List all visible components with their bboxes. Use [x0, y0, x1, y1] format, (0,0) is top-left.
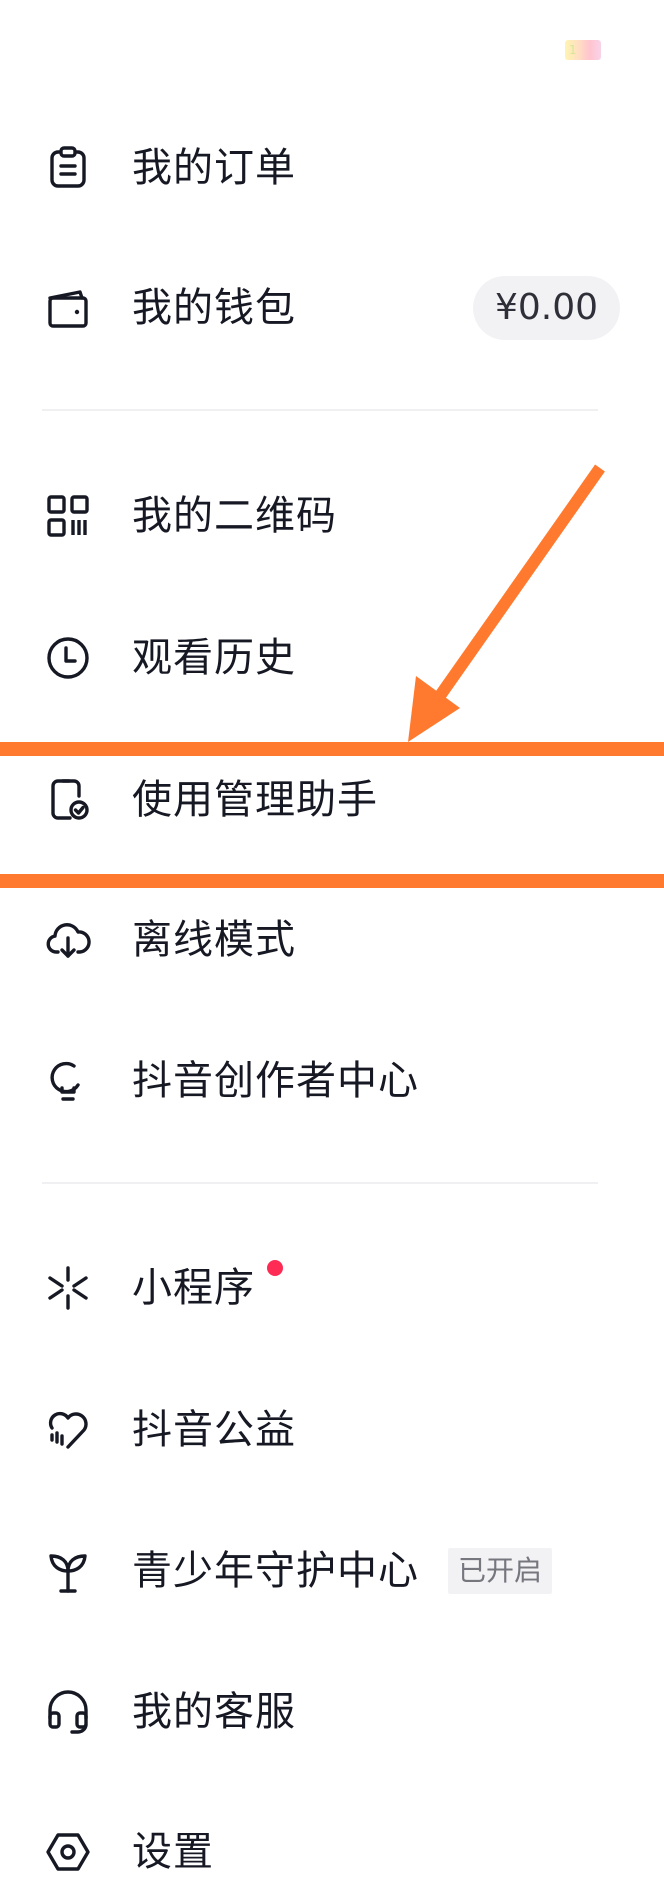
highlight-arrow	[408, 464, 605, 742]
menu-label-creator-center: 抖音创作者中心	[132, 1058, 419, 1104]
notification-dot	[267, 1260, 283, 1276]
menu-item-settings[interactable]: 设置	[0, 1802, 664, 1902]
menu-label-offline: 离线模式	[132, 917, 296, 963]
menu-label-history: 观看历史	[132, 635, 296, 681]
asterisk-icon	[44, 1264, 92, 1312]
menu-label-usage-manager: 使用管理助手	[132, 777, 378, 823]
menu-item-customer-service[interactable]: 我的客服	[0, 1662, 664, 1762]
menu-item-usage-manager[interactable]: 使用管理助手	[0, 750, 664, 850]
menu-item-orders[interactable]: 我的订单	[0, 118, 664, 218]
hexagon-settings-icon	[44, 1828, 92, 1876]
menu-label-wallet: 我的钱包	[132, 285, 296, 331]
headset-icon	[44, 1688, 92, 1736]
highlight-line-bottom	[0, 874, 664, 888]
cloud-download-icon	[44, 916, 92, 964]
teen-mode-status-tag: 已开启	[448, 1548, 553, 1594]
menu-label-orders: 我的订单	[132, 145, 296, 191]
menu-label-teen-mode: 青少年守护中心	[132, 1548, 419, 1594]
wallet-balance-badge: ¥0.00	[472, 276, 620, 340]
menu-item-offline[interactable]: 离线模式	[0, 890, 664, 990]
menu-label-settings: 设置	[132, 1829, 214, 1875]
menu-label-customer-service: 我的客服	[132, 1689, 296, 1735]
phone-check-icon	[44, 776, 92, 824]
qr-code-icon	[44, 492, 92, 540]
section-divider-2	[42, 1182, 598, 1184]
section-divider	[42, 409, 598, 411]
lightbulb-icon	[44, 1057, 92, 1105]
top-badge: 1	[565, 40, 601, 60]
clock-icon	[44, 634, 92, 682]
menu-item-creator-center[interactable]: 抖音创作者中心	[0, 1031, 664, 1131]
top-badge-text: 1	[569, 43, 577, 57]
wallet-icon	[44, 284, 92, 332]
menu-item-teen-mode[interactable]: 青少年守护中心 已开启	[0, 1521, 664, 1621]
menu-item-charity[interactable]: 抖音公益	[0, 1380, 664, 1480]
menu-label-mini-programs: 小程序	[132, 1265, 255, 1311]
heart-icon	[44, 1406, 92, 1454]
menu-item-mini-programs[interactable]: 小程序	[0, 1238, 664, 1338]
menu-label-qrcode: 我的二维码	[132, 493, 337, 539]
menu-label-charity: 抖音公益	[132, 1407, 296, 1453]
menu-item-wallet[interactable]: 我的钱包 ¥0.00	[0, 258, 664, 358]
clipboard-icon	[44, 144, 92, 192]
sprout-icon	[44, 1547, 92, 1595]
